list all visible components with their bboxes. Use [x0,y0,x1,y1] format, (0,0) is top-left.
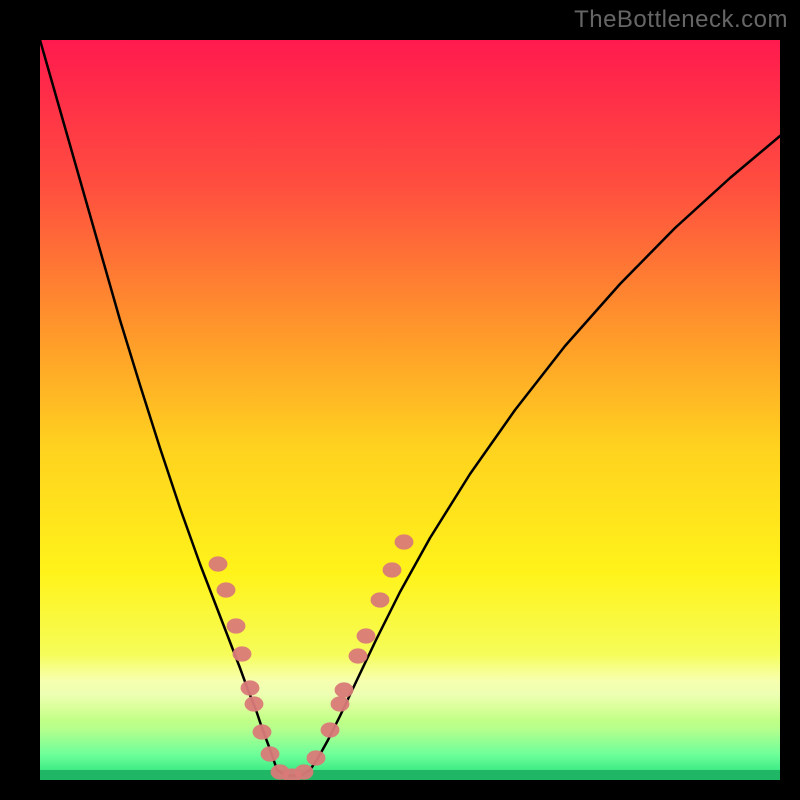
data-marker [261,746,280,761]
data-marker [209,556,228,571]
data-marker [321,722,340,737]
data-marker [295,764,314,779]
data-marker [331,696,350,711]
data-marker [227,618,246,633]
data-marker [383,562,402,577]
chart-pale-band [40,654,780,721]
chart-bottom-strip [40,770,780,780]
plot-svg [40,40,780,780]
data-marker [307,750,326,765]
watermark-label: TheBottleneck.com [574,6,788,34]
data-marker [335,682,354,697]
data-marker [253,724,272,739]
data-marker [241,680,260,695]
data-marker [371,592,390,607]
data-marker [217,582,236,597]
data-marker [245,696,264,711]
data-marker [349,648,368,663]
plot-area [40,40,780,780]
data-marker [233,646,252,661]
data-marker [395,534,414,549]
chart-stage: TheBottleneck.com [0,0,800,800]
data-marker [357,628,376,643]
